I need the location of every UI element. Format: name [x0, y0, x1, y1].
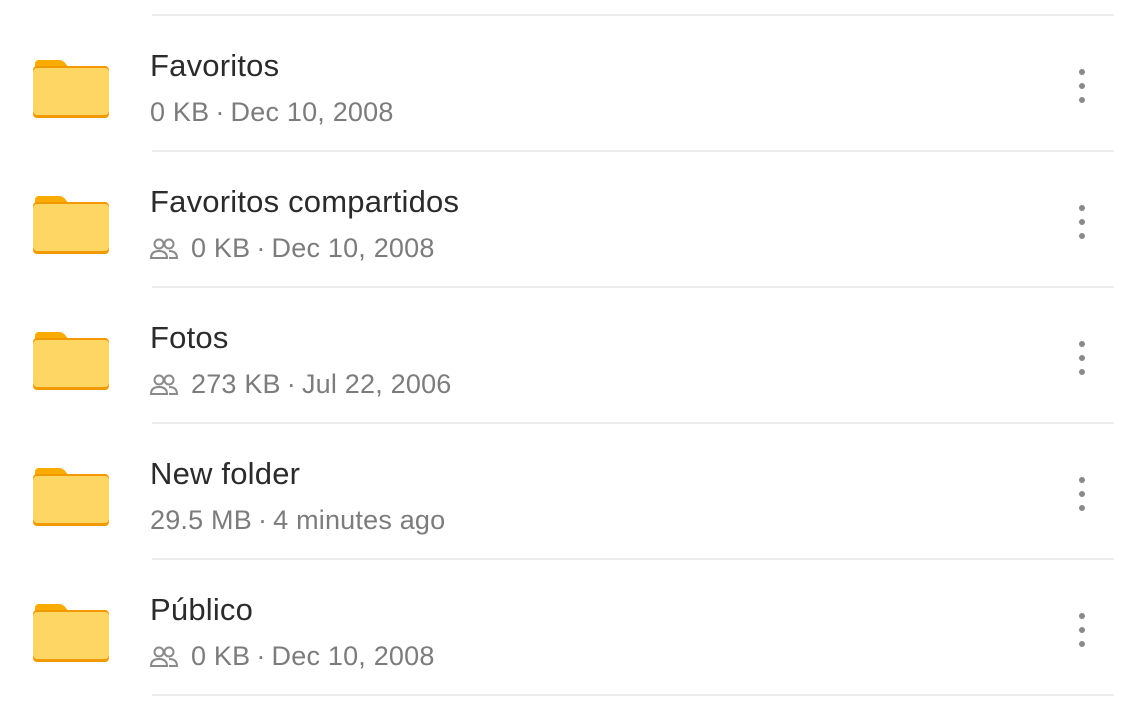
meta-separator: ·	[257, 505, 268, 535]
file-size: 0 KB	[191, 641, 251, 671]
folder-name: Público	[150, 592, 254, 627]
meta-separator: ·	[256, 641, 266, 671]
folder-icon	[33, 60, 109, 118]
folder-name: New folder	[150, 456, 301, 491]
folder-icon	[33, 604, 109, 662]
file-date: Dec 10, 2008	[271, 641, 435, 671]
file-date: Dec 10, 2008	[230, 97, 394, 127]
file-date: Dec 10, 2008	[271, 233, 435, 263]
more-vert-icon[interactable]	[1064, 474, 1100, 514]
file-list: Favoritos 0 KB · Dec 10, 2008 Favoritos comp…	[0, 0, 1146, 716]
folder-meta: 0 KB · Dec 10, 2008	[150, 233, 435, 264]
file-date: Jul 22, 2006	[301, 369, 452, 399]
file-size: 29.5 MB	[150, 505, 252, 535]
folder-name: Favoritos	[150, 48, 280, 83]
file-size: 273 KB	[191, 369, 281, 399]
folder-meta: 0 KB · Dec 10, 2008	[150, 641, 435, 672]
folder-row[interactable]: Favoritos compartidos 0 KB · Dec 10, 2008	[0, 152, 1146, 286]
folder-meta: 29.5 MB · 4 minutes ago	[150, 505, 445, 536]
folder-row[interactable]: Favoritos 0 KB · Dec 10, 2008	[0, 16, 1146, 150]
shared-people-icon	[150, 238, 178, 259]
shared-people-icon	[150, 646, 178, 667]
file-date: 4 minutes ago	[273, 505, 446, 535]
folder-row[interactable]: Público 0 KB · Dec 10, 2008	[0, 560, 1146, 694]
meta-separator: ·	[286, 369, 296, 399]
folder-icon	[33, 468, 109, 526]
folder-name: Fotos	[150, 320, 229, 355]
folder-name: Favoritos compartidos	[150, 184, 460, 219]
row-divider	[152, 694, 1114, 696]
meta-separator: ·	[256, 233, 266, 263]
file-size: 0 KB	[150, 97, 210, 127]
file-size: 0 KB	[191, 233, 251, 263]
more-vert-icon[interactable]	[1064, 610, 1100, 650]
folder-row[interactable]: Fotos 273 KB · Jul 22, 2006	[0, 288, 1146, 422]
folder-row[interactable]: New folder 29.5 MB · 4 minutes ago	[0, 424, 1146, 558]
folder-meta: 0 KB · Dec 10, 2008	[150, 97, 394, 128]
shared-people-icon	[150, 374, 178, 395]
folder-meta: 273 KB · Jul 22, 2006	[150, 369, 452, 400]
folder-icon	[33, 196, 109, 254]
more-vert-icon[interactable]	[1064, 66, 1100, 106]
more-vert-icon[interactable]	[1064, 202, 1100, 242]
folder-icon	[33, 332, 109, 390]
meta-separator: ·	[215, 97, 225, 127]
more-vert-icon[interactable]	[1064, 338, 1100, 378]
